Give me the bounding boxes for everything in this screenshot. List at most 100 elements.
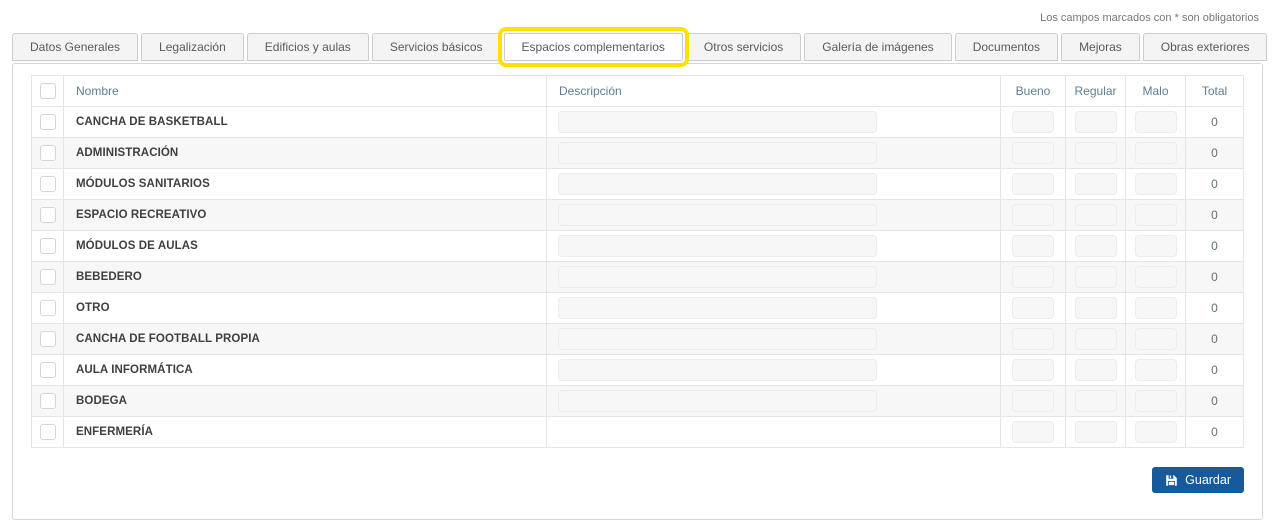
row-checkbox-cell [32,355,64,386]
description-cell [547,231,1001,262]
tab-documentos[interactable]: Documentos [955,33,1058,61]
row-name: CANCHA DE FOOTBALL PROPIA [64,324,547,355]
description-input[interactable] [558,297,877,319]
malo-cell [1126,386,1186,417]
row-checkbox-cell [32,231,64,262]
bueno-cell [1001,417,1066,448]
description-input[interactable] [558,142,877,164]
bueno-cell [1001,262,1066,293]
description-input[interactable] [558,235,877,257]
row-checkbox[interactable] [40,269,56,285]
row-checkbox[interactable] [40,238,56,254]
regular-cell [1066,262,1126,293]
row-checkbox[interactable] [40,424,56,440]
regular-input[interactable] [1075,266,1117,288]
malo-input[interactable] [1135,421,1177,443]
malo-input[interactable] [1135,266,1177,288]
bueno-input[interactable] [1012,297,1054,319]
bueno-input[interactable] [1012,173,1054,195]
bueno-cell [1001,200,1066,231]
row-checkbox[interactable] [40,176,56,192]
malo-input[interactable] [1135,359,1177,381]
row-name: MÓDULOS SANITARIOS [64,169,547,200]
row-checkbox[interactable] [40,207,56,223]
description-cell [547,107,1001,138]
tab-legalizacion[interactable]: Legalización [141,33,244,61]
total-value: 0 [1186,138,1244,169]
malo-cell [1126,169,1186,200]
description-cell [547,324,1001,355]
required-note: Los campos marcados con * son obligatori… [0,0,1275,25]
tab-espacios-complementarios[interactable]: Espacios complementarios [504,33,683,61]
bueno-input[interactable] [1012,421,1054,443]
regular-input[interactable] [1075,235,1117,257]
bueno-input[interactable] [1012,142,1054,164]
table-row: BODEGA0 [32,386,1244,417]
regular-input[interactable] [1075,328,1117,350]
description-input[interactable] [558,266,877,288]
tab-obras-exteriores[interactable]: Obras exteriores [1143,33,1268,61]
regular-cell [1066,107,1126,138]
description-input[interactable] [558,204,877,226]
description-input[interactable] [558,111,877,133]
row-checkbox[interactable] [40,114,56,130]
description-cell [547,138,1001,169]
bueno-input[interactable] [1012,111,1054,133]
row-checkbox[interactable] [40,393,56,409]
regular-input[interactable] [1075,142,1117,164]
description-input[interactable] [558,359,877,381]
malo-input[interactable] [1135,297,1177,319]
regular-cell [1066,355,1126,386]
save-button[interactable]: Guardar [1152,467,1244,493]
malo-input[interactable] [1135,390,1177,412]
row-checkbox-cell [32,200,64,231]
bueno-input[interactable] [1012,359,1054,381]
row-checkbox[interactable] [40,300,56,316]
row-name: ESPACIO RECREATIVO [64,200,547,231]
malo-input[interactable] [1135,204,1177,226]
malo-input[interactable] [1135,235,1177,257]
malo-cell [1126,355,1186,386]
bueno-input[interactable] [1012,235,1054,257]
regular-input[interactable] [1075,421,1117,443]
row-checkbox-cell [32,138,64,169]
malo-input[interactable] [1135,111,1177,133]
total-value: 0 [1186,324,1244,355]
tab-datos-generales[interactable]: Datos Generales [12,33,138,61]
row-checkbox[interactable] [40,331,56,347]
description-cell [547,200,1001,231]
malo-input[interactable] [1135,173,1177,195]
tab-otros-servicios[interactable]: Otros servicios [686,33,801,61]
malo-input[interactable] [1135,142,1177,164]
table-row: ESPACIO RECREATIVO 0 [32,200,1244,231]
tab-galeria-de-imagenes[interactable]: Galería de imágenes [804,33,951,61]
tab-edificios-y-aulas[interactable]: Edificios y aulas [247,33,369,61]
regular-input[interactable] [1075,359,1117,381]
description-input[interactable] [558,328,877,350]
bueno-input[interactable] [1012,266,1054,288]
malo-cell [1126,417,1186,448]
regular-cell [1066,138,1126,169]
malo-cell [1126,324,1186,355]
total-value: 0 [1186,293,1244,324]
row-checkbox[interactable] [40,145,56,161]
malo-input[interactable] [1135,328,1177,350]
regular-cell [1066,200,1126,231]
select-all-checkbox[interactable] [40,83,56,99]
regular-input[interactable] [1075,297,1117,319]
tab-servicios-basicos[interactable]: Servicios básicos [372,33,501,61]
row-checkbox-cell [32,293,64,324]
description-input[interactable] [558,173,877,195]
bueno-input[interactable] [1012,328,1054,350]
regular-input[interactable] [1075,111,1117,133]
regular-input[interactable] [1075,204,1117,226]
description-input[interactable] [558,390,877,412]
bueno-cell [1001,386,1066,417]
tab-mejoras[interactable]: Mejoras [1061,33,1140,61]
bueno-input[interactable] [1012,390,1054,412]
total-value: 0 [1186,200,1244,231]
row-checkbox[interactable] [40,362,56,378]
bueno-input[interactable] [1012,204,1054,226]
regular-input[interactable] [1075,173,1117,195]
regular-input[interactable] [1075,390,1117,412]
